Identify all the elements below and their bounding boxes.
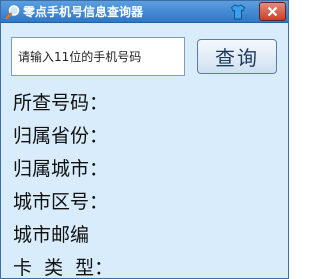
magnifier-icon bbox=[5, 4, 21, 20]
shirt-icon[interactable] bbox=[230, 4, 246, 20]
card-type-label: 卡 类 型： bbox=[13, 257, 114, 279]
area-code-label: 城市区号： bbox=[13, 191, 109, 213]
province-label: 归属省份： bbox=[13, 125, 109, 147]
phone-number-input[interactable] bbox=[11, 37, 185, 76]
query-button[interactable]: 查询 bbox=[197, 39, 277, 74]
close-icon bbox=[267, 6, 278, 17]
app-window: 零点手机号信息查询器 查询 所查号码： 归属省份： 归属城市： 城市区号： 城市… bbox=[0, 0, 289, 279]
postal-code-label: 城市邮编 bbox=[13, 224, 90, 246]
close-button[interactable] bbox=[259, 2, 286, 21]
window-title: 零点手机号信息查询器 bbox=[23, 5, 144, 19]
queried-number-label: 所查号码： bbox=[13, 92, 109, 114]
city-label: 归属城市： bbox=[13, 158, 109, 180]
title-bar[interactable]: 零点手机号信息查询器 bbox=[1, 1, 288, 23]
